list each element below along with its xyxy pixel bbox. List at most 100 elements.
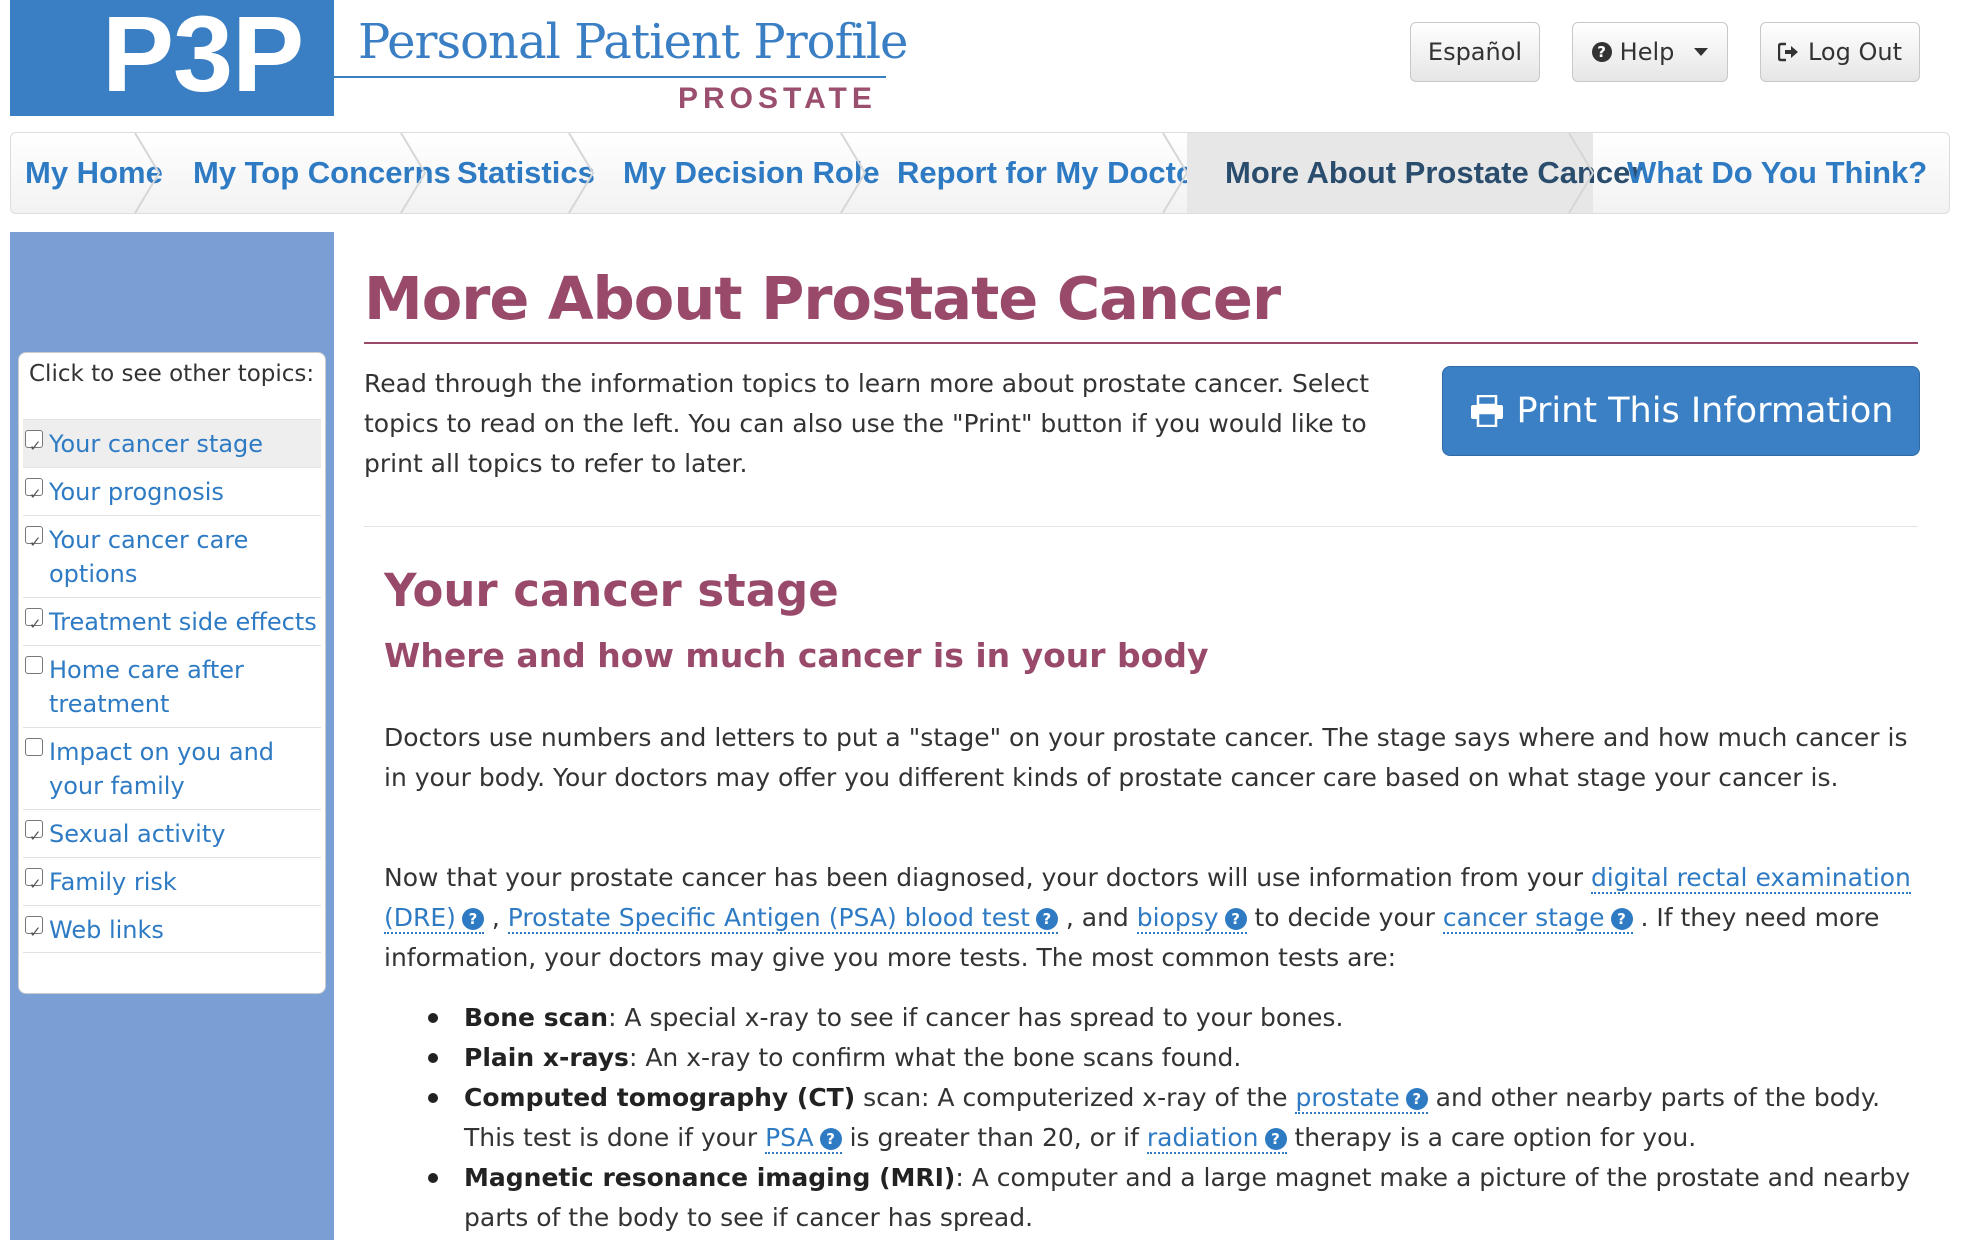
question-circle-icon: ? — [819, 1128, 842, 1150]
question-circle-icon: ? — [1610, 908, 1633, 930]
topic-label: Your cancer care — [49, 526, 249, 554]
header: P3P Personal Patient Profile PROSTATE Es… — [0, 0, 1962, 116]
brand: Personal Patient Profile PROSTATE — [334, 0, 908, 116]
question-circle-icon: ? — [1264, 1128, 1287, 1150]
topic-label: Treatment side effects — [49, 608, 317, 636]
nav-what-do-you-think-label: What Do You Think? — [1627, 155, 1928, 190]
logout-button[interactable]: Log Out — [1760, 22, 1920, 82]
topic-label: Your cancer stage — [49, 430, 264, 458]
stage-paragraph-1: Doctors use numbers and letters to put a… — [384, 723, 1908, 792]
tests-list: Bone scan: A special x-ray to see if can… — [424, 998, 1924, 1238]
question-circle-icon: ? — [1405, 1088, 1428, 1110]
nav-more-about-prostate-cancer[interactable]: More About Prostate Cancer — [1187, 133, 1642, 213]
topic-web-links[interactable]: ✓ Web links — [23, 905, 321, 953]
p3p-logo[interactable]: P3P — [10, 0, 334, 116]
question-circle-icon: ? — [1224, 908, 1247, 930]
biopsy-link[interactable]: biopsy? — [1136, 903, 1247, 934]
checkbox-checked-icon: ✓ — [25, 478, 43, 503]
bullet-icon — [428, 1093, 438, 1103]
section-title: Your cancer stage — [384, 564, 839, 617]
help-button-label: Help — [1619, 38, 1675, 66]
topic-your-cancer-care-options[interactable]: ✓ Your cancer care options — [23, 515, 321, 597]
topic-label: Sexual activity — [49, 820, 226, 848]
topic-label-line2: treatment — [49, 690, 170, 718]
section-subtitle: Where and how much cancer is in your bod… — [384, 636, 1209, 675]
topic-sexual-activity[interactable]: ✓ Sexual activity — [23, 809, 321, 857]
help-button[interactable]: ? Help — [1572, 22, 1728, 82]
prostate-link-label: prostate — [1295, 1083, 1400, 1112]
checkbox-checked-icon: ✓ — [25, 430, 43, 455]
topic-home-care-after-treatment[interactable]: Home care after treatment — [23, 645, 321, 727]
bullet-term: Bone scan — [464, 1003, 609, 1032]
chevron-separator-icon — [134, 133, 161, 213]
sign-out-icon — [1777, 42, 1798, 62]
bullet-text: therapy is a care option for you. — [1286, 1123, 1697, 1152]
question-circle-icon: ? — [1591, 42, 1612, 62]
question-circle-icon: ? — [1035, 908, 1058, 930]
prostate-link[interactable]: prostate? — [1295, 1083, 1428, 1114]
chevron-separator-icon — [1162, 133, 1189, 213]
bullet-icon — [428, 1173, 438, 1183]
bullet-term: Magnetic resonance imaging (MRI) — [464, 1163, 956, 1192]
print-button-label: Print This Information — [1516, 391, 1894, 431]
intro-text: Read through the information topics to l… — [364, 369, 1370, 478]
topic-treatment-side-effects[interactable]: ✓ Treatment side effects — [23, 597, 321, 645]
cancer-stage-link-label: cancer stage — [1442, 903, 1605, 932]
brand-subtitle: PROSTATE — [678, 82, 877, 115]
checkbox-checked-icon: ✓ — [25, 868, 43, 893]
topic-label: Home care after — [49, 656, 244, 684]
psa-link[interactable]: PSA? — [765, 1123, 842, 1154]
topic-your-cancer-stage[interactable]: ✓ Your cancer stage — [23, 419, 321, 467]
checkbox-checked-icon: ✓ — [25, 916, 43, 941]
radiation-link[interactable]: radiation? — [1146, 1123, 1287, 1154]
topic-impact-on-you-and-your-family[interactable]: Impact on you and your family — [23, 727, 321, 809]
title-divider — [364, 342, 1918, 344]
list-item: Plain x-rays: An x-ray to confirm what t… — [424, 1038, 1924, 1078]
nav-my-home[interactable]: My Home — [11, 133, 163, 213]
chevron-separator-icon — [568, 133, 595, 213]
language-button[interactable]: Español — [1410, 22, 1540, 82]
chevron-separator-icon — [400, 133, 427, 213]
text: to decide your — [1246, 903, 1443, 932]
list-item: Magnetic resonance imaging (MRI): A comp… — [424, 1158, 1924, 1238]
bullet-term: Plain x-rays — [464, 1043, 629, 1072]
topic-your-prognosis[interactable]: ✓ Your prognosis — [23, 467, 321, 515]
topic-label-line2: your family — [49, 772, 185, 800]
radiation-link-label: radiation — [1146, 1123, 1259, 1152]
bullet-term: Computed tomography (CT) — [464, 1083, 856, 1112]
topic-label: Family risk — [49, 868, 177, 896]
nav-what-do-you-think[interactable]: What Do You Think? — [1593, 133, 1947, 213]
print-icon — [1470, 395, 1503, 427]
list-item: Computed tomography (CT) scan: A compute… — [424, 1078, 1924, 1158]
chevron-separator-icon — [840, 133, 867, 213]
logout-button-label: Log Out — [1807, 38, 1902, 66]
nav-my-decision-role[interactable]: My Decision Role — [593, 133, 880, 213]
brand-title: Personal Patient Profile — [358, 14, 908, 70]
main-nav: My Home My Top Concerns Statistics My De… — [10, 132, 1950, 214]
topic-label-line2: options — [49, 560, 138, 588]
psa-blood-test-link[interactable]: Prostate Specific Antigen (PSA) blood te… — [507, 903, 1058, 934]
topic-label: Your prognosis — [49, 478, 224, 506]
print-button[interactable]: Print This Information — [1442, 366, 1920, 456]
page-title: More About Prostate Cancer — [364, 264, 1281, 333]
nav-report-for-my-doctor[interactable]: Report for My Doctor — [865, 133, 1207, 213]
cancer-stage-link[interactable]: cancer stage? — [1442, 903, 1633, 934]
list-item: Bone scan: A special x-ray to see if can… — [424, 998, 1924, 1038]
psa-link-label: PSA — [765, 1123, 814, 1152]
bullet-text: scan: A computerized x-ray of the — [855, 1083, 1296, 1112]
text: , — [483, 903, 508, 932]
section-divider — [364, 526, 1918, 527]
text: , and — [1057, 903, 1137, 932]
topic-label: Impact on you and — [49, 738, 275, 766]
topic-family-risk[interactable]: ✓ Family risk — [23, 857, 321, 905]
topics-panel: Click to see other topics: ✓ Your cancer… — [18, 352, 326, 994]
caret-down-icon — [1694, 48, 1709, 56]
text: Now that your prostate cancer has been d… — [384, 863, 1591, 892]
psa-blood-test-link-label: Prostate Specific Antigen (PSA) blood te… — [507, 903, 1030, 932]
nav-my-top-concerns[interactable]: My Top Concerns — [159, 133, 451, 213]
checkbox-checked-icon: ✓ — [25, 526, 43, 551]
stage-paragraph-2: Now that your prostate cancer has been d… — [384, 858, 1924, 978]
bullet-icon — [428, 1013, 438, 1023]
nav-statistics[interactable]: Statistics — [425, 133, 595, 213]
checkbox-checked-icon: ✓ — [25, 608, 43, 633]
